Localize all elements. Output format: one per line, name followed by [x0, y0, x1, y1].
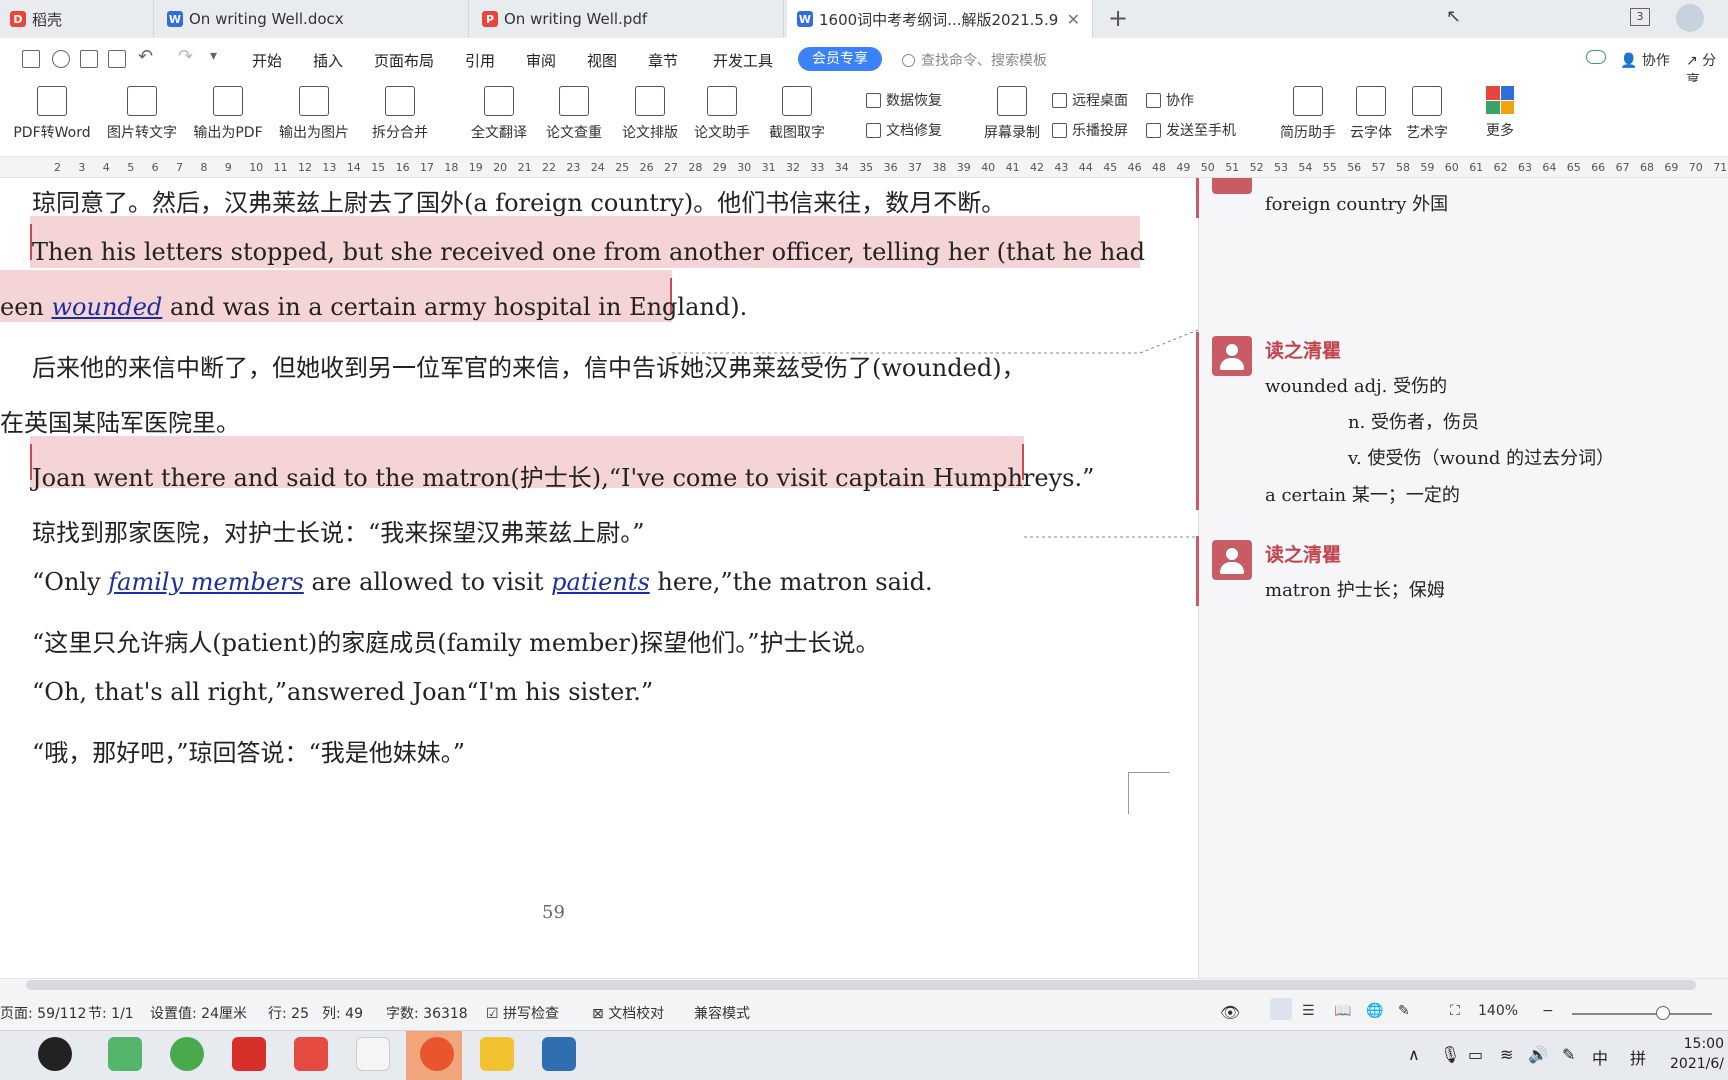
avatar [1212, 178, 1252, 194]
zoom-level[interactable]: 140% [1478, 1003, 1518, 1019]
pen-input-icon[interactable]: ✎ [1562, 1045, 1575, 1064]
status-setting: 设置值: 24厘米 [150, 1006, 247, 1022]
comment-text: a certain 某一；一定的 [1265, 485, 1460, 506]
ime-pinyin[interactable]: 拼 [1630, 1045, 1646, 1069]
zoom-out-button[interactable]: − [1542, 1003, 1554, 1019]
microphone-icon[interactable]: 🎙 [1440, 1045, 1460, 1064]
outline-view-icon[interactable]: ☰ [1302, 1003, 1315, 1019]
record-icon[interactable] [420, 1037, 454, 1071]
battery-icon[interactable]: ▭ [1468, 1045, 1483, 1064]
status-row: 行: 25 [268, 1006, 309, 1022]
pen-icon[interactable]: ✎ [1398, 1003, 1410, 1019]
wps-icon[interactable] [294, 1037, 328, 1071]
spell-check-button[interactable]: ☑ 拼写检查 [486, 1003, 559, 1023]
youdao-icon[interactable] [232, 1037, 266, 1071]
comment-author: 读之清瞿 [1265, 544, 1342, 566]
avatar [1212, 540, 1252, 580]
status-col: 列: 49 [322, 1006, 363, 1022]
comment-bar [1196, 536, 1199, 606]
horizontal-scrollbar[interactable] [26, 980, 1696, 990]
clock[interactable]: 15:00 2021/6/ [1670, 1034, 1724, 1074]
comment-text: wounded adj. 受伤的 [1265, 376, 1448, 397]
comment-text: matron 护士长；保姆 [1265, 580, 1445, 601]
status-page[interactable]: 页面: 59/112 [0, 1003, 86, 1023]
ime-mode[interactable]: 中 [1592, 1045, 1608, 1069]
comment-bar [1196, 332, 1199, 510]
comment-author: 读之清瞿 [1265, 340, 1342, 362]
compat-mode-label: 兼容模式 [694, 1006, 750, 1022]
zoom-slider-handle[interactable] [1656, 1006, 1670, 1020]
app-icon[interactable] [542, 1037, 576, 1071]
chevron-up-icon[interactable]: ∧ [1408, 1045, 1420, 1064]
app-icon[interactable] [108, 1037, 142, 1071]
status-word-count[interactable]: 字数: 36318 [386, 1003, 468, 1023]
reading-view-icon[interactable]: 📖 [1334, 1003, 1351, 1019]
fit-page-icon[interactable]: ⛶ [1450, 1003, 1460, 1019]
avatar [1212, 336, 1252, 376]
comment-text: n. 受伤者，伤员 [1348, 412, 1480, 433]
wifi-icon[interactable]: ≋ [1500, 1045, 1513, 1064]
zoom-slider[interactable] [1572, 1013, 1712, 1015]
volume-icon[interactable]: 🔊 [1528, 1045, 1548, 1064]
app-icon[interactable] [356, 1037, 390, 1071]
comment-text: foreign country 外国 [1265, 194, 1449, 215]
wps-window: D 稻壳 W On writing Well.docx P On writing… [0, 0, 1728, 1080]
eye-protection-icon[interactable]: 👁 [1220, 1003, 1240, 1022]
web-view-icon[interactable]: 🌐 [1366, 1003, 1383, 1019]
app-icon[interactable] [38, 1037, 72, 1071]
page-view-button[interactable] [1270, 998, 1292, 1020]
status-section: 节: 1/1 [88, 1006, 134, 1022]
folder-icon[interactable] [480, 1037, 514, 1071]
comment-text: v. 使受伤（wound 的过去分词） [1348, 448, 1615, 469]
comment-bar [1196, 178, 1199, 218]
clock-date: 2021/6/ [1670, 1056, 1724, 1072]
doc-proof-button[interactable]: ⊠ 文档校对 [592, 1003, 664, 1023]
browser-icon[interactable] [170, 1037, 204, 1071]
clock-time: 15:00 [1683, 1036, 1724, 1052]
